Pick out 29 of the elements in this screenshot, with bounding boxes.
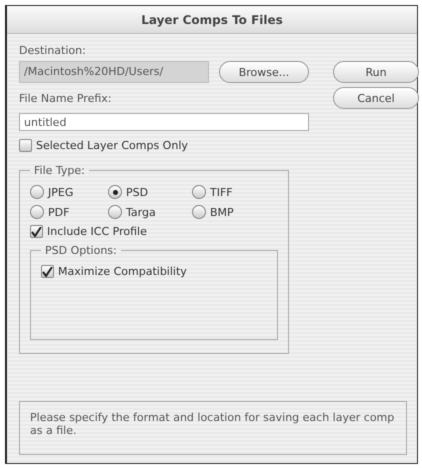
radio-label: BMP xyxy=(210,206,234,218)
maximize-checkbox[interactable] xyxy=(41,265,54,278)
browse-button[interactable]: Browse... xyxy=(219,61,309,83)
checkbox-label: Selected Layer Comps Only xyxy=(36,139,188,152)
prefix-label: File Name Prefix: xyxy=(19,92,112,104)
icc-checkbox[interactable] xyxy=(30,225,43,238)
radio-label: PDF xyxy=(48,206,70,218)
radio-label: JPEG xyxy=(48,186,74,198)
radio-button[interactable] xyxy=(192,205,206,219)
radio-button[interactable] xyxy=(30,205,44,219)
destination-field: /Macintosh%20HD/Users/ xyxy=(19,61,209,83)
group-title: File Type: xyxy=(33,164,86,177)
help-message: Please specify the format and location for saving each layer comp as a file. xyxy=(19,401,407,455)
cancel-button[interactable]: Cancel xyxy=(333,87,419,109)
radio-button[interactable] xyxy=(192,185,206,199)
checkbox-label: Maximize Compatibility xyxy=(58,265,187,278)
checkbox-label: Include ICC Profile xyxy=(47,225,147,238)
destination-label: Destination: xyxy=(19,44,87,57)
radio-button[interactable] xyxy=(108,185,122,199)
window-title: Layer Comps To Files xyxy=(7,6,417,34)
radio-label: PSD xyxy=(126,186,148,198)
run-button[interactable]: Run xyxy=(333,61,419,83)
radio-label: TIFF xyxy=(210,186,233,198)
prefix-field[interactable]: untitled xyxy=(19,113,309,131)
group-title: PSD Options: xyxy=(44,244,118,257)
radio-button[interactable] xyxy=(30,185,44,199)
radio-label: Targa xyxy=(126,206,156,218)
radio-button[interactable] xyxy=(108,205,122,219)
selected-only-checkbox[interactable] xyxy=(19,139,32,152)
